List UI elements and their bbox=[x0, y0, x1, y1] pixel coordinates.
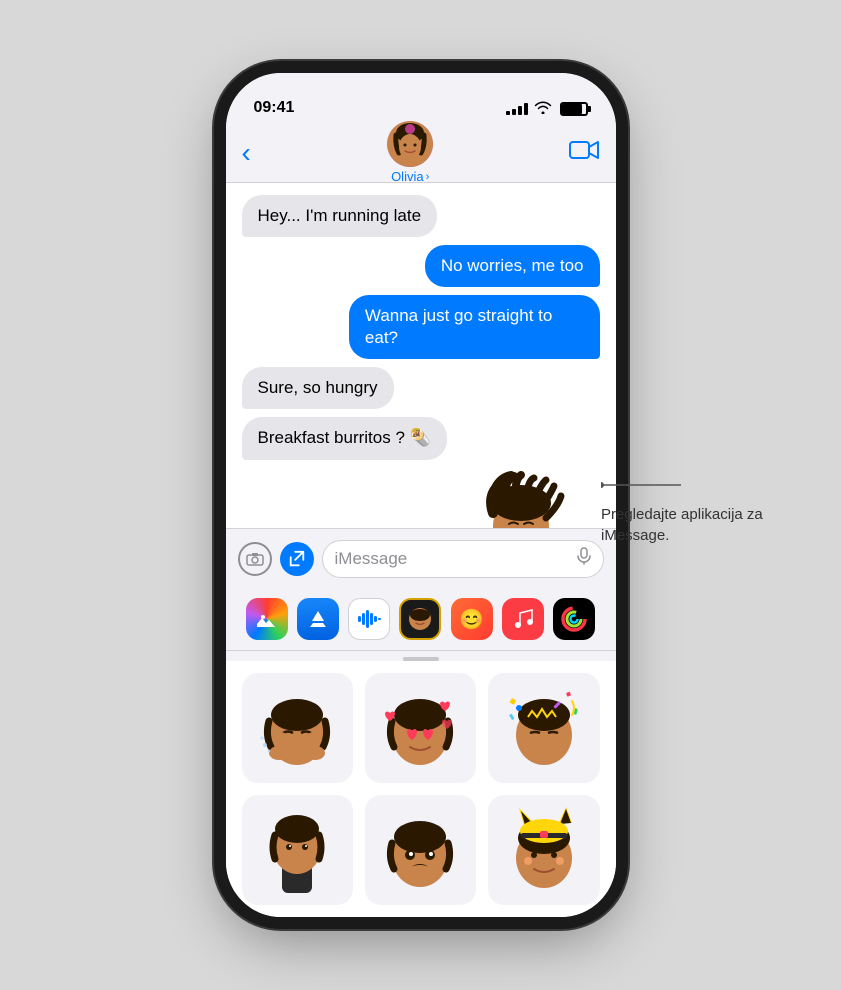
message-bubble-2[interactable]: No worries, me too bbox=[425, 245, 600, 287]
avatar bbox=[387, 121, 433, 167]
memoji-sticker-row bbox=[242, 468, 596, 528]
app-icon-memoji[interactable] bbox=[399, 598, 441, 640]
app-icon-music[interactable] bbox=[502, 598, 544, 640]
battery-icon bbox=[560, 102, 588, 116]
signal-bars-icon bbox=[506, 103, 528, 115]
camera-button[interactable] bbox=[238, 542, 272, 576]
input-placeholder: iMessage bbox=[335, 549, 408, 569]
annotation-line-icon bbox=[601, 470, 691, 500]
contact-name[interactable]: Olivia › bbox=[391, 169, 429, 184]
app-icon-fitness[interactable] bbox=[553, 598, 595, 640]
message-bubble-3[interactable]: Wanna just go straight to eat? bbox=[349, 295, 600, 359]
memoji-cell-2[interactable] bbox=[365, 673, 476, 783]
message-row-1: Hey... I'm running late bbox=[242, 195, 600, 237]
status-bar: 09:41 bbox=[226, 73, 616, 123]
memoji-cell-1[interactable] bbox=[242, 673, 353, 783]
message-row-4: Sure, so hungry bbox=[242, 367, 600, 409]
annotation-text: Pregledajte aplikacija za iMessage. bbox=[601, 504, 791, 546]
mic-icon[interactable] bbox=[577, 547, 591, 570]
nav-center[interactable]: Olivia › bbox=[387, 121, 433, 184]
app-icon-photos[interactable] bbox=[246, 598, 288, 640]
app-icons-row: 😊 bbox=[226, 588, 616, 651]
apps-button[interactable] bbox=[280, 542, 314, 576]
app-icon-audio[interactable] bbox=[348, 598, 390, 640]
memoji-grid bbox=[226, 661, 616, 917]
message-row-3: Wanna just go straight to eat? bbox=[242, 295, 600, 359]
chat-area: Hey... I'm running late No worries, me t… bbox=[226, 183, 616, 528]
memoji-sticker bbox=[446, 468, 596, 528]
message-row-2: No worries, me too bbox=[242, 245, 600, 287]
memoji-cell-5[interactable] bbox=[365, 795, 476, 905]
back-button[interactable]: ‹ bbox=[242, 137, 251, 169]
wifi-icon bbox=[534, 100, 552, 117]
message-bubble-5[interactable]: Breakfast burritos ? 🌯 bbox=[242, 417, 447, 459]
nav-bar: ‹ bbox=[226, 123, 616, 183]
video-call-button[interactable] bbox=[569, 139, 599, 166]
app-drawer: 😊 bbox=[226, 588, 616, 917]
message-input[interactable]: iMessage bbox=[322, 540, 604, 578]
memoji-cell-4[interactable] bbox=[242, 795, 353, 905]
status-time: 09:41 bbox=[254, 99, 295, 117]
app-icon-emoji-stickers[interactable]: 😊 bbox=[451, 598, 493, 640]
message-bubble-4[interactable]: Sure, so hungry bbox=[242, 367, 394, 409]
message-row-5: Breakfast burritos ? 🌯 bbox=[242, 417, 600, 459]
memoji-cell-6[interactable] bbox=[488, 795, 599, 905]
phone-frame: 09:41 bbox=[226, 73, 616, 917]
message-bubble-1[interactable]: Hey... I'm running late bbox=[242, 195, 438, 237]
status-icons bbox=[506, 100, 588, 117]
app-icon-store[interactable] bbox=[297, 598, 339, 640]
annotation-container: Pregledajte aplikacija za iMessage. bbox=[601, 470, 791, 546]
input-bar: iMessage bbox=[226, 528, 616, 588]
memoji-cell-3[interactable] bbox=[488, 673, 599, 783]
